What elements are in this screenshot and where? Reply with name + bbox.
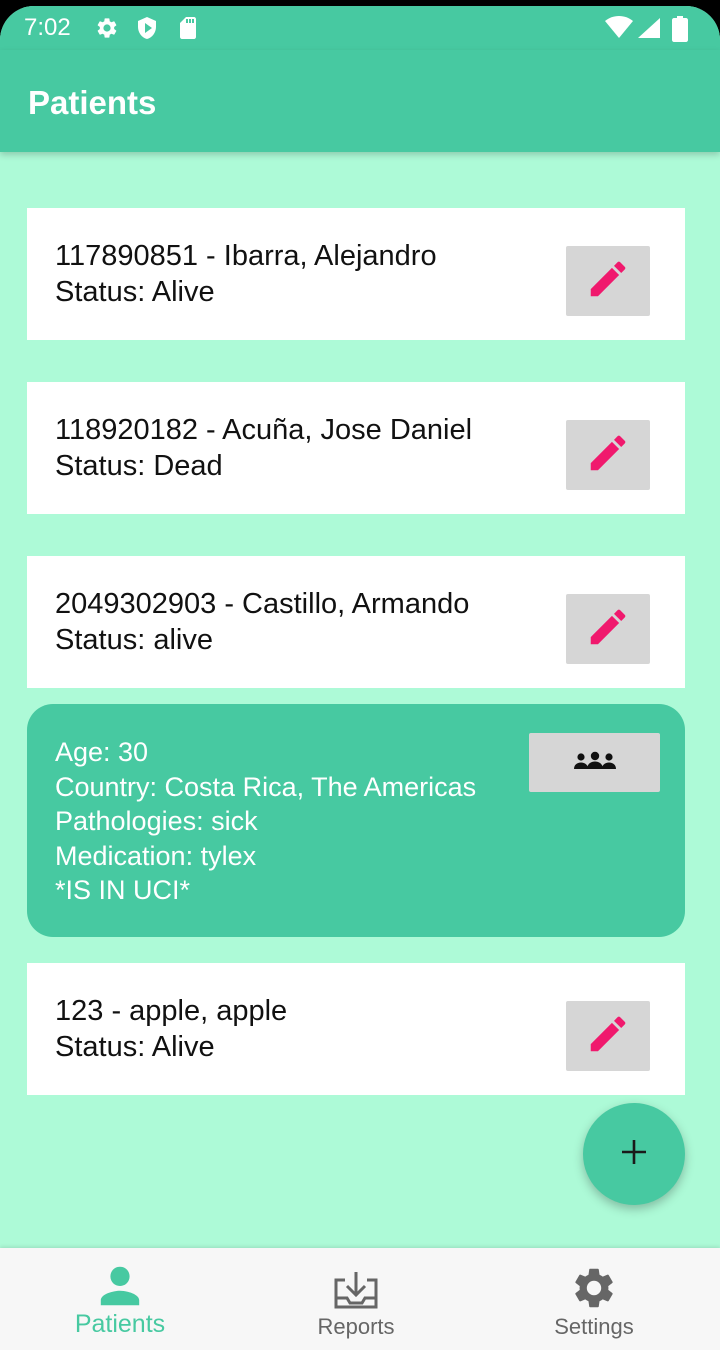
- detail-medication: Medication: tylex: [55, 841, 257, 871]
- download-tray-icon: [236, 1270, 476, 1318]
- nav-item-patients[interactable]: Patients: [0, 1248, 240, 1350]
- people-group-icon: [573, 750, 617, 776]
- status-bar: 7:02: [0, 6, 720, 50]
- edit-patient-button[interactable]: [566, 420, 650, 490]
- sd-card-icon: [178, 16, 198, 44]
- patient-title: 123 - apple, apple: [55, 995, 288, 1027]
- patient-status: Status: alive: [55, 624, 213, 656]
- battery-icon: [672, 16, 688, 46]
- nav-label-patients: Patients: [74, 1310, 166, 1338]
- nav-label-settings: Settings: [554, 1314, 634, 1339]
- add-patient-button[interactable]: [583, 1103, 685, 1205]
- shield-icon: [136, 16, 158, 44]
- detail-pathologies: Pathologies: sick: [55, 806, 258, 836]
- pencil-icon: [585, 430, 631, 480]
- contacts-button[interactable]: [529, 733, 660, 792]
- page-title: Patients: [28, 84, 157, 121]
- patient-title: 118920182 - Acuña, Jose Daniel: [55, 414, 473, 446]
- detail-country: Country: Costa Rica, The Americas: [55, 772, 477, 802]
- patient-card[interactable]: 2049302903 - Castillo, Armando Status: a…: [27, 556, 685, 688]
- patient-status: Status: Alive: [55, 1031, 215, 1063]
- nav-item-settings[interactable]: Settings: [474, 1248, 714, 1350]
- signal-icon: [636, 16, 662, 44]
- status-time: 7:02: [24, 14, 71, 41]
- nav-label-reports: Reports: [317, 1314, 395, 1339]
- edit-patient-button[interactable]: [566, 594, 650, 664]
- patient-title: 2049302903 - Castillo, Armando: [55, 588, 470, 620]
- patient-status: Status: Dead: [55, 450, 223, 482]
- gear-icon: [95, 16, 119, 44]
- patient-card[interactable]: 118920182 - Acuña, Jose Daniel Status: D…: [27, 382, 685, 514]
- bottom-navigation: Patients Reports Settings: [0, 1248, 720, 1350]
- patient-card[interactable]: 117890851 - Ibarra, Alejandro Status: Al…: [27, 208, 685, 340]
- nav-item-reports[interactable]: Reports: [236, 1248, 476, 1350]
- pencil-icon: [585, 604, 631, 654]
- patient-card[interactable]: 123 - apple, apple Status: Alive: [27, 963, 685, 1095]
- person-icon: [0, 1262, 240, 1310]
- patient-title: 117890851 - Ibarra, Alejandro: [55, 240, 437, 272]
- plus-icon: [619, 1137, 649, 1171]
- patient-status: Status: Alive: [55, 276, 215, 308]
- detail-age: Age: 30: [55, 737, 149, 767]
- gear-icon: [474, 1264, 714, 1312]
- edit-patient-button[interactable]: [566, 1001, 650, 1071]
- patient-detail-card[interactable]: Age: 30 Country: Costa Rica, The America…: [27, 704, 685, 937]
- app-bar: Patients: [0, 50, 720, 152]
- wifi-icon: [604, 16, 634, 44]
- edit-patient-button[interactable]: [566, 246, 650, 316]
- pencil-icon: [585, 1011, 631, 1061]
- detail-flag: *IS IN UCI*: [55, 875, 191, 905]
- pencil-icon: [585, 256, 631, 306]
- screen: 7:02 Patients 117890851 - Ibarra, Alejan…: [0, 6, 720, 1350]
